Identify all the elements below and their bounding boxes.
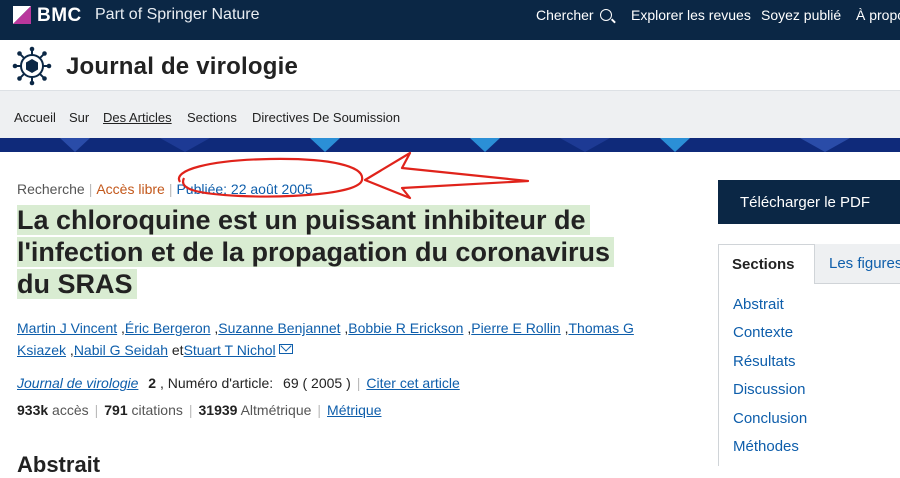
altmetric-label: Altmétrique bbox=[240, 402, 312, 418]
tab-figures[interactable]: Les figures bbox=[815, 244, 900, 284]
publication-year: ( 2005 ) bbox=[302, 375, 351, 391]
author-connector: et bbox=[171, 342, 184, 358]
author-link[interactable]: Suzanne Benjannet bbox=[218, 320, 340, 336]
journal-header: Journal de virologie bbox=[0, 40, 900, 90]
article-title-text: La chloroquine est un puissant inhibiteu… bbox=[17, 205, 614, 299]
sidebar-tabs: Sections Les figures bbox=[718, 244, 900, 284]
brand-logo-text[interactable]: BMC bbox=[37, 5, 82, 27]
author-link[interactable]: Éric Bergeron bbox=[125, 320, 211, 336]
brand-subtitle: Part of Springer Nature bbox=[95, 6, 260, 23]
metrics-link[interactable]: Métrique bbox=[327, 402, 381, 418]
nav-sections[interactable]: Sections bbox=[187, 110, 237, 125]
section-list: Abstrait Contexte Résultats Discussion C… bbox=[718, 284, 900, 466]
section-link-background[interactable]: Contexte bbox=[733, 324, 793, 341]
section-link-results[interactable]: Résultats bbox=[733, 353, 796, 370]
author-link[interactable]: Stuart T Nichol bbox=[184, 342, 276, 358]
nav-home[interactable]: Accueil bbox=[14, 110, 56, 125]
altmetric-score: 31939 bbox=[198, 402, 238, 418]
search-icon bbox=[599, 9, 612, 21]
bmc-logo-icon[interactable] bbox=[13, 6, 31, 24]
journal-nav: Accueil Sur Des Articles Sections Direct… bbox=[0, 90, 900, 140]
about-link[interactable]: À propos bbox=[856, 7, 900, 23]
article-metrics: 933k accès | 791 citations | 31939 Altmétriq… bbox=[17, 402, 382, 418]
open-access-badge[interactable]: Accès libre bbox=[96, 181, 164, 197]
author-link[interactable]: Nabil G Seidah bbox=[74, 342, 168, 358]
nav-submission-guidelines[interactable]: Directives De Soumission bbox=[252, 110, 400, 125]
accesses-count: 933k bbox=[17, 402, 49, 418]
article-title: La chloroquine est un puissant inhibiteu… bbox=[17, 204, 637, 300]
accesses-label: accès bbox=[52, 402, 89, 418]
journal-title[interactable]: Journal de virologie bbox=[66, 53, 298, 81]
citations-count: 791 bbox=[104, 402, 128, 418]
nav-about[interactable]: Sur bbox=[69, 110, 89, 125]
search-label: Chercher bbox=[536, 7, 594, 23]
section-link-methods[interactable]: Méthodes bbox=[733, 438, 799, 455]
author-link[interactable]: Martin J Vincent bbox=[17, 320, 117, 336]
red-annotation-circle-arrow bbox=[177, 151, 530, 200]
journal-name-link[interactable]: Journal de virologie bbox=[17, 375, 138, 391]
section-link-conclusion[interactable]: Conclusion bbox=[733, 410, 807, 427]
top-bar: BMC Part of Springer Nature Chercher Exp… bbox=[0, 0, 900, 40]
article-number-label: , Numéro d'article: bbox=[159, 375, 274, 391]
section-link-abstract[interactable]: Abstrait bbox=[733, 296, 784, 313]
get-published-link[interactable]: Soyez publié bbox=[761, 7, 841, 23]
nav-articles[interactable]: Des Articles bbox=[103, 110, 172, 125]
mail-icon[interactable] bbox=[278, 344, 293, 354]
citation-line: Journal de virologie 2 , Numéro d'articl… bbox=[17, 375, 460, 391]
author-link[interactable]: Pierre E Rollin bbox=[471, 320, 560, 336]
section-link-discussion[interactable]: Discussion bbox=[733, 381, 806, 398]
citations-label: citations bbox=[131, 402, 183, 418]
article-type: Recherche bbox=[17, 181, 85, 197]
volume-number: 2 bbox=[148, 375, 157, 391]
author-link[interactable]: Bobbie R Erickson bbox=[348, 320, 463, 336]
download-pdf-button[interactable]: Télécharger le PDF bbox=[718, 180, 900, 224]
virus-icon bbox=[12, 46, 52, 86]
abstract-heading: Abstrait bbox=[17, 452, 101, 477]
explore-journals-link[interactable]: Explorer les revues bbox=[631, 7, 751, 23]
search-link[interactable]: Chercher bbox=[536, 7, 612, 23]
cite-article-link[interactable]: Citer cet article bbox=[366, 375, 459, 391]
tab-sections[interactable]: Sections bbox=[718, 244, 815, 284]
article-number: 69 bbox=[283, 375, 299, 391]
author-list: Martin J Vincent ,Éric Bergeron ,Suzanne… bbox=[17, 320, 634, 358]
